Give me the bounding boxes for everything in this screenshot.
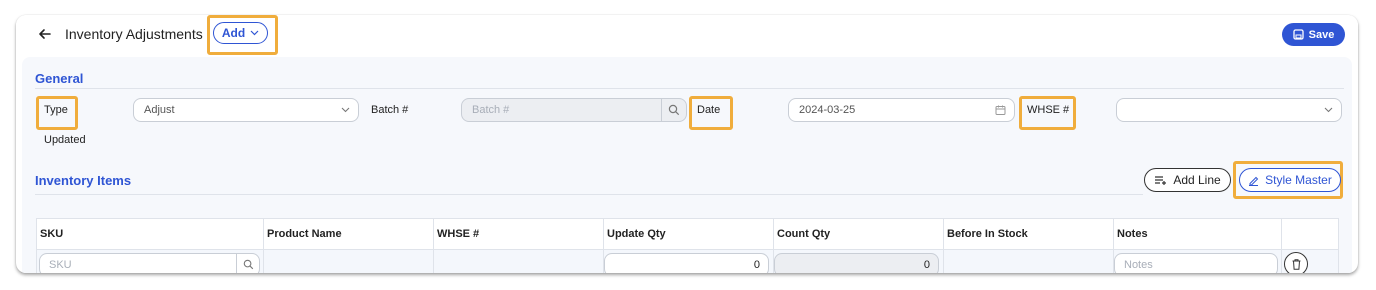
update-qty-value: 0 (753, 259, 760, 271)
add-line-icon (1155, 176, 1167, 185)
type-label: Type (44, 104, 68, 116)
back-arrow-icon[interactable] (37, 26, 53, 42)
chevron-down-icon (250, 30, 259, 36)
column-header-count-qty: Count Qty (773, 218, 944, 250)
calendar-icon[interactable] (995, 105, 1006, 116)
general-divider (35, 88, 1344, 89)
sku-cell: SKU (36, 249, 264, 273)
content-panel: General Type Adjust Batch # Batch # Date… (22, 57, 1352, 273)
inventory-items-table: SKU Product Name WHSE # Update Qty Count… (36, 218, 1339, 273)
update-qty-cell: 0 (603, 249, 774, 273)
save-button[interactable]: Save (1282, 23, 1345, 46)
date-input[interactable]: 2024-03-25 (788, 98, 1015, 122)
style-master-label: Style Master (1265, 173, 1332, 187)
save-button-label: Save (1308, 28, 1335, 41)
column-header-before-in-stock: Before In Stock (943, 218, 1114, 250)
top-bar: Inventory Adjustments Add Save (16, 15, 1358, 55)
type-select[interactable]: Adjust (133, 98, 359, 122)
batch-placeholder: Batch # (472, 104, 510, 116)
table-row: SKU 0 0 Notes (36, 249, 1339, 273)
save-icon (1292, 29, 1304, 40)
before-in-stock-cell (943, 249, 1114, 273)
sku-input[interactable]: SKU (39, 253, 260, 273)
items-divider (35, 194, 1143, 195)
general-section-title: General (35, 71, 84, 86)
update-qty-input[interactable]: 0 (604, 253, 769, 273)
search-icon[interactable] (668, 104, 680, 116)
notes-placeholder: Notes (1124, 259, 1153, 271)
column-header-sku: SKU (36, 218, 264, 250)
batch-input[interactable]: Batch # (461, 98, 687, 122)
count-qty-cell: 0 (773, 249, 944, 273)
chevron-down-icon (1324, 107, 1333, 113)
actions-cell (1281, 249, 1339, 273)
date-label: Date (697, 104, 721, 116)
status-text: Updated (44, 134, 86, 146)
type-select-value: Adjust (144, 104, 175, 116)
count-qty-input: 0 (774, 253, 939, 273)
inventory-adjustments-window: Inventory Adjustments Add Save General T… (16, 15, 1358, 273)
add-line-button[interactable]: Add Line (1144, 168, 1231, 192)
date-value: 2024-03-25 (799, 104, 856, 116)
edit-icon (1249, 176, 1259, 186)
column-header-product-name: Product Name (263, 218, 434, 250)
count-qty-value: 0 (923, 259, 930, 271)
product-name-cell (263, 249, 434, 273)
add-button[interactable]: Add (213, 22, 268, 44)
inventory-items-section-title: Inventory Items (35, 173, 132, 188)
add-button-label: Add (221, 26, 246, 40)
whse-select[interactable] (1116, 98, 1342, 122)
sku-separator (236, 254, 237, 273)
delete-row-button[interactable] (1284, 252, 1308, 273)
notes-input[interactable]: Notes (1114, 253, 1278, 273)
table-header-row: SKU Product Name WHSE # Update Qty Count… (36, 218, 1339, 250)
column-header-update-qty: Update Qty (603, 218, 774, 250)
search-icon[interactable] (243, 259, 254, 270)
column-header-actions (1281, 218, 1339, 250)
batch-label: Batch # (371, 104, 409, 116)
add-line-label: Add Line (1173, 173, 1221, 187)
whse-label: WHSE # (1027, 104, 1070, 116)
page-title: Inventory Adjustments (65, 26, 203, 42)
style-master-button[interactable]: Style Master (1239, 168, 1341, 192)
column-header-notes: Notes (1113, 218, 1282, 250)
whse-cell (433, 249, 604, 273)
column-header-whse: WHSE # (433, 218, 604, 250)
notes-cell: Notes (1113, 249, 1282, 273)
chevron-down-icon (341, 107, 350, 113)
sku-placeholder: SKU (49, 259, 72, 271)
batch-separator (661, 99, 662, 121)
trash-icon (1292, 258, 1300, 270)
